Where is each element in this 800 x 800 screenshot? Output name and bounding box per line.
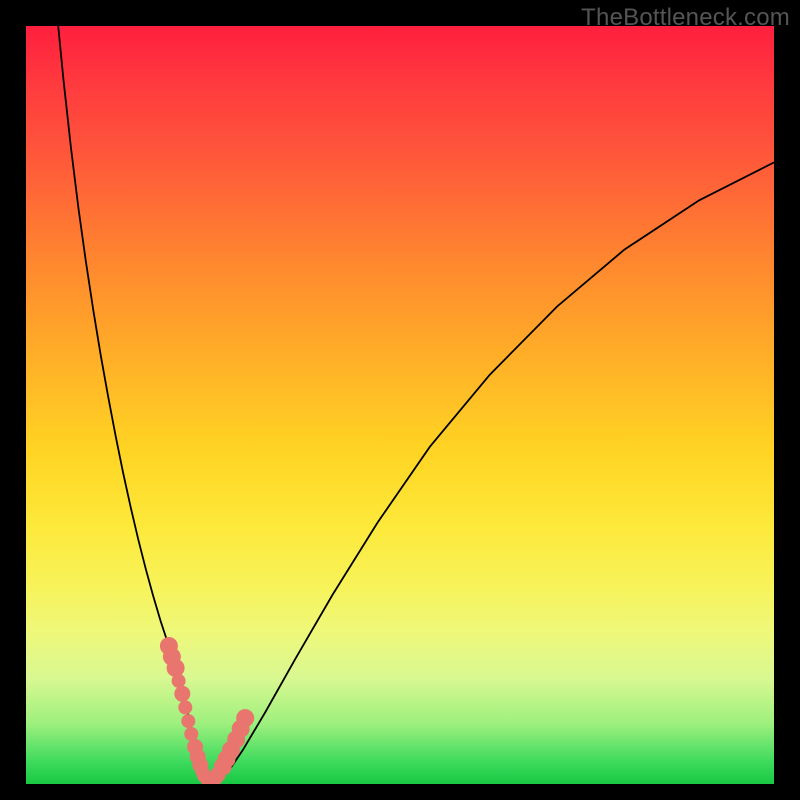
chart-overlay: [26, 26, 774, 784]
watermark-text: TheBottleneck.com: [581, 4, 790, 32]
data-marker: [236, 709, 254, 727]
data-marker: [178, 700, 192, 714]
data-marker: [181, 714, 195, 728]
chart-frame: TheBottleneck.com: [0, 0, 800, 800]
data-marker: [167, 659, 185, 677]
data-marker: [174, 686, 190, 702]
data-marker: [184, 727, 198, 741]
data-marker: [172, 674, 186, 688]
bottleneck-curve: [58, 26, 774, 782]
marker-cluster: [160, 637, 254, 784]
